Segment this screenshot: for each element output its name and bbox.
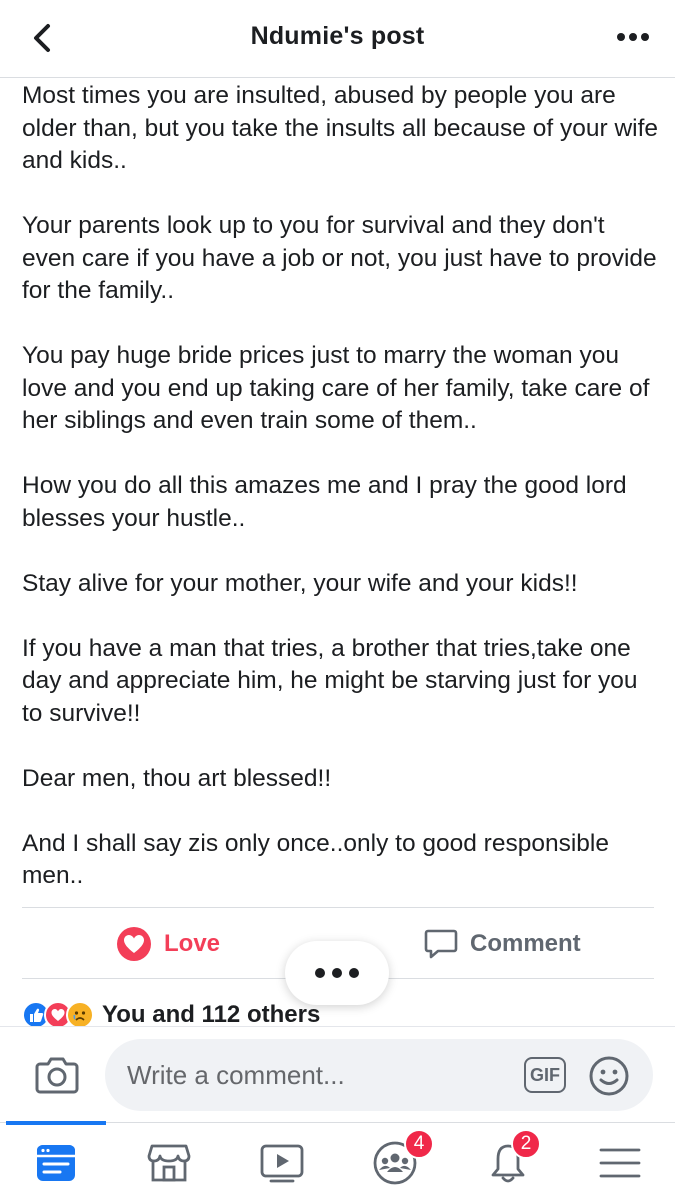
tab-menu[interactable] [590, 1133, 650, 1193]
post-paragraph: You pay huge bride prices just to marry … [22, 342, 650, 434]
divider [22, 907, 654, 908]
more-options-button[interactable] [613, 22, 653, 52]
post-body: Most times you are insulted, abused by p… [22, 80, 662, 893]
page-title: Ndumie's post [250, 22, 425, 50]
comment-composer: GIF [0, 1026, 675, 1122]
post-paragraph: Your parents look up to you for survival… [22, 212, 657, 304]
dot [332, 968, 342, 978]
ellipsis-icon [617, 33, 649, 41]
hamburger-menu-icon [599, 1148, 641, 1178]
bottom-tab-bar [0, 1121, 675, 1200]
tab-watch[interactable] [252, 1133, 312, 1193]
top-bar: Ndumie's post [0, 0, 675, 78]
active-tab-indicator [6, 1121, 106, 1125]
post-paragraph: Stay alive for your mother, your wife an… [22, 569, 578, 597]
camera-icon [35, 1057, 79, 1094]
dot [349, 968, 359, 978]
post-paragraph: And I shall say zis only once..only to g… [22, 829, 609, 890]
dot [315, 968, 325, 978]
groups-badge: 4 [404, 1129, 434, 1159]
camera-button[interactable] [34, 1055, 80, 1095]
heart-reaction-icon [117, 927, 151, 961]
floating-more-button[interactable] [285, 941, 389, 1005]
post-paragraph: If you have a man that tries, a brother … [22, 634, 638, 727]
comment-icon [424, 929, 458, 959]
post-paragraph: How you do all this amazes me and I pray… [22, 472, 627, 532]
post-paragraph: Dear men, thou art blessed!! [22, 764, 332, 792]
comment-label: Comment [470, 930, 581, 957]
love-label: Love [164, 930, 221, 957]
tab-news-feed[interactable] [26, 1133, 86, 1193]
tab-marketplace[interactable] [139, 1133, 199, 1193]
comment-input[interactable] [105, 1039, 653, 1111]
video-play-icon [260, 1144, 304, 1183]
gif-button[interactable]: GIF [524, 1057, 566, 1093]
post-paragraph: Most times you are insulted, abused by p… [22, 82, 659, 174]
news-feed-icon [37, 1145, 75, 1181]
emoji-button[interactable] [588, 1055, 630, 1097]
sad-reaction-icon [66, 1001, 94, 1029]
marketplace-icon [147, 1144, 191, 1182]
notifications-badge: 2 [511, 1129, 541, 1159]
reactions-count-text: You and 112 others [102, 1001, 321, 1028]
love-button[interactable]: Love [116, 920, 220, 968]
comment-button[interactable]: Comment [424, 920, 581, 968]
smiley-icon [589, 1056, 629, 1096]
